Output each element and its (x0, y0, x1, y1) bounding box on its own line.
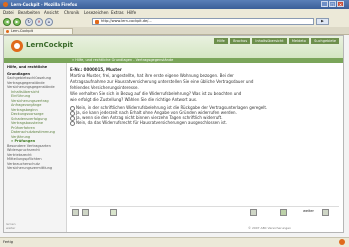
footer-left: lernen weiter (6, 222, 16, 230)
last-page-button[interactable] (322, 209, 329, 216)
prev-page-button[interactable] (82, 209, 89, 216)
question-content: E-Nr.: 0000015, Muster Martina Muster, f… (70, 67, 338, 177)
answer-option-4[interactable]: Nein, da das Widerrufsrecht für Hausratv… (70, 120, 338, 126)
breadcrumb: » Hilfe, und rechtliche Grundlagen - Ver… (72, 58, 174, 62)
topnav-suchgebiete[interactable]: Suchgebiete (311, 38, 339, 44)
topnav-inhaltsuebersicht[interactable]: Inhaltsübersicht (252, 38, 287, 44)
stop-icon[interactable]: ✕ (35, 18, 43, 26)
window-title: Lern-Cockpit - Mozilla Firefox (11, 2, 78, 7)
maximize-icon[interactable]: □ (329, 1, 336, 7)
menu-extras[interactable]: Extras (111, 10, 124, 15)
tab-lern-cockpit[interactable]: Lern-Cockpit (3, 28, 73, 34)
site-icon (95, 20, 99, 24)
topnav-meldeto[interactable]: Meldeto (288, 38, 309, 44)
title-bar: Lern-Cockpit - Mozilla Firefox _ □ ✕ (0, 0, 349, 9)
logo-icon (11, 40, 23, 52)
menu-chronik[interactable]: Chronik (64, 10, 79, 15)
site-logo[interactable]: LernCockpit (26, 41, 73, 49)
tab-label: Lern-Cockpit (11, 29, 34, 33)
web-page: LernCockpit Hilfe Brochos Inhaltsübersic… (3, 35, 344, 233)
forward-icon[interactable]: ▶ (13, 18, 21, 26)
sidebar: Hilfe, und rechtliche Grundlagen Sachgebie… (4, 63, 67, 232)
back-icon[interactable]: ◀ (3, 18, 11, 26)
topnav-brochos[interactable]: Brochos (230, 38, 251, 44)
first-page-button[interactable] (72, 209, 79, 216)
go-button[interactable]: ▶ (316, 18, 329, 25)
tab-favicon-icon (6, 30, 9, 33)
close-icon[interactable]: ✕ (337, 1, 344, 7)
sidebar-item[interactable]: Versicherungsvermittlung (4, 166, 66, 171)
url-text: http://www.lern-cockpit.de/... (101, 19, 152, 23)
firefox-icon (3, 2, 8, 7)
top-navigation: Hilfe Brochos Inhaltsübersicht Meldeto S… (213, 38, 339, 44)
menu-hilfe[interactable]: Hilfe (127, 10, 136, 15)
browser-window: Lern-Cockpit - Mozilla Firefox _ □ ✕ Dat… (0, 0, 349, 247)
question-text: wie erfolgt die Zustellung? Wählen Sie d… (70, 97, 198, 102)
next-link[interactable]: weiter (303, 209, 314, 213)
topnav-hilfe[interactable]: Hilfe (213, 38, 228, 44)
print-button[interactable] (250, 209, 257, 216)
minimize-icon[interactable]: _ (321, 1, 328, 7)
question-text: Antragsaufnahme zur Hausratversicherung … (70, 79, 254, 84)
menu-datei[interactable]: Datei (3, 10, 14, 15)
question-heading: E-Nr.: 0000015, Muster (70, 67, 122, 72)
question-footer: weiter (70, 206, 339, 216)
question-text: Martina Muster, frei, angestellte, hat i… (70, 73, 234, 78)
question-text: fehlendes Versicherungsinteresse. (70, 85, 139, 90)
tab-bar: Lern-Cockpit (0, 27, 349, 35)
site-header: LernCockpit Hilfe Brochos Inhaltsübersic… (4, 36, 343, 58)
menu-ansicht[interactable]: Ansicht (44, 10, 59, 15)
menu-lesezeichen[interactable]: Lesezeichen (84, 10, 109, 15)
footer-left-line2: weiter (6, 226, 16, 230)
next-arrow-button[interactable] (280, 209, 287, 216)
home-icon[interactable]: ⌂ (45, 18, 53, 26)
sidebar-item: Hilfe, und rechtliche (7, 65, 48, 69)
question-text: Wie verhalten Sie sich in Bezug auf die … (70, 91, 242, 96)
menu-bearbeiten[interactable]: Bearbeiten (18, 10, 40, 15)
navigation-toolbar: ◀ ▶ ↻ ✕ ⌂ http://www.lern-cockpit.de/...… (0, 17, 349, 27)
reload-icon[interactable]: ↻ (25, 18, 33, 26)
url-input[interactable]: http://www.lern-cockpit.de/... (92, 18, 314, 25)
help-button[interactable] (110, 209, 117, 216)
copyright-text: © 2007 ABC Versicherungen (248, 226, 292, 230)
status-text: Fertig (3, 240, 13, 244)
addon-icon[interactable] (339, 239, 345, 245)
